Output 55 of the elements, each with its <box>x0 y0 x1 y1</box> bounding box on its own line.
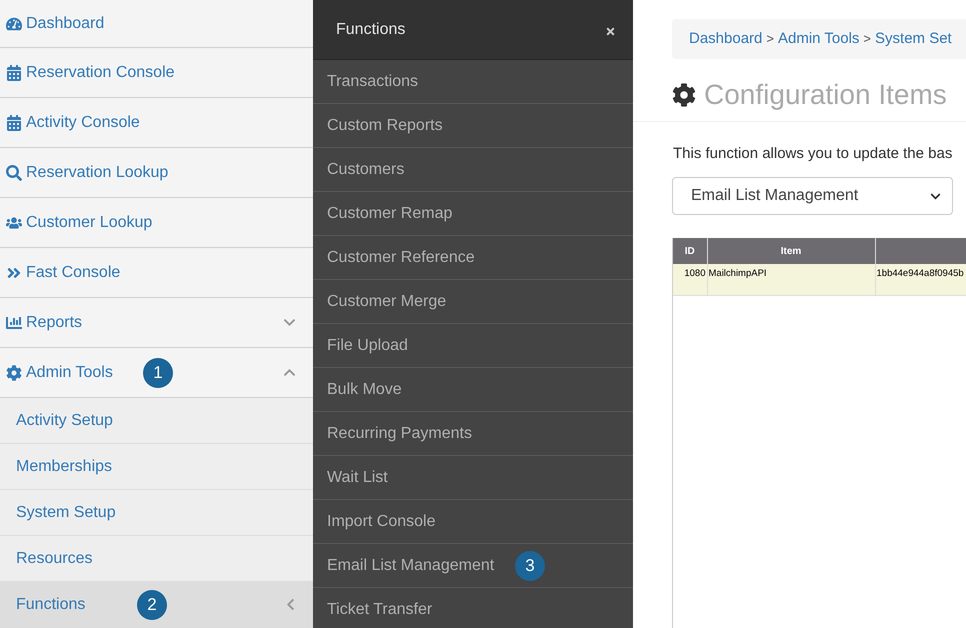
sidebar-link[interactable]: Reports <box>6 310 82 334</box>
number-badge: 1 <box>143 358 173 388</box>
submenu-link[interactable]: Activity Setup <box>16 408 113 432</box>
table-cell: 1bb44e944a8f0945b <box>875 264 966 295</box>
dropdown-select[interactable]: Email List Management <box>672 177 953 215</box>
users-icon <box>6 214 22 230</box>
bar-chart-icon <box>6 314 22 330</box>
panel-title: Functions <box>336 20 406 40</box>
menu-item[interactable]: Bulk Move <box>327 378 402 402</box>
description-text: This function allows you to update the bas <box>673 144 954 164</box>
sidebar-link[interactable]: Fast Console <box>6 260 120 284</box>
breadcrumb-link[interactable]: System Set <box>875 28 952 50</box>
sidebar-link[interactable]: Customer Lookup <box>6 210 152 234</box>
menu-item[interactable]: Customer Reference <box>327 246 475 270</box>
chevron-down-icon <box>930 190 941 202</box>
sidebar-link[interactable]: Reservation Console <box>6 60 175 84</box>
menu-item[interactable]: Custom Reports <box>327 114 443 138</box>
column-header: Item <box>707 238 875 264</box>
sidebar-link[interactable]: Reservation Lookup <box>6 160 168 184</box>
column-header: ID <box>673 238 707 264</box>
sidebar-link[interactable]: Admin Tools <box>6 360 113 384</box>
number-badge: 2 <box>137 590 167 620</box>
menu-item[interactable]: Ticket Transfer <box>327 598 432 622</box>
page-title: Configuration Items <box>704 78 947 112</box>
menu-item[interactable]: File Upload <box>327 334 408 358</box>
menu-item[interactable]: Customer Merge <box>327 290 446 314</box>
breadcrumb-link[interactable]: Admin Tools <box>778 28 860 50</box>
submenu-link[interactable]: Memberships <box>16 454 112 478</box>
gear-icon <box>672 83 696 107</box>
menu-item[interactable]: Wait List <box>327 466 388 490</box>
submenu-link[interactable]: Resources <box>16 546 92 570</box>
menu-item[interactable]: Recurring Payments <box>327 422 472 446</box>
breadcrumb-separator: > <box>765 30 775 48</box>
close-icon <box>604 26 616 36</box>
menu-item[interactable]: Email List Management <box>327 554 494 578</box>
search-icon <box>6 164 22 180</box>
gear-icon <box>6 364 22 380</box>
sidebar-link[interactable]: Activity Console <box>6 110 140 134</box>
breadcrumb-separator: > <box>862 30 872 48</box>
chevron-left-icon <box>285 598 296 611</box>
breadcrumb-link[interactable]: Dashboard <box>689 28 762 50</box>
menu-item[interactable]: Import Console <box>327 510 436 534</box>
calendar-icon <box>6 114 22 130</box>
table-cell: 1080 <box>673 264 707 295</box>
menu-item[interactable]: Customer Remap <box>327 202 452 226</box>
submenu-link[interactable]: Functions <box>16 592 86 616</box>
gauge-icon <box>6 16 22 32</box>
calendar-icon <box>6 64 22 80</box>
menu-item[interactable]: Transactions <box>327 70 418 94</box>
sidebar-link[interactable]: Dashboard <box>6 12 104 36</box>
number-badge: 3 <box>515 550 545 580</box>
table-cell: MailchimpAPI <box>707 264 875 295</box>
menu-item[interactable]: Customers <box>327 158 404 182</box>
close-button[interactable] <box>604 25 616 37</box>
submenu-link[interactable]: System Setup <box>16 500 116 524</box>
